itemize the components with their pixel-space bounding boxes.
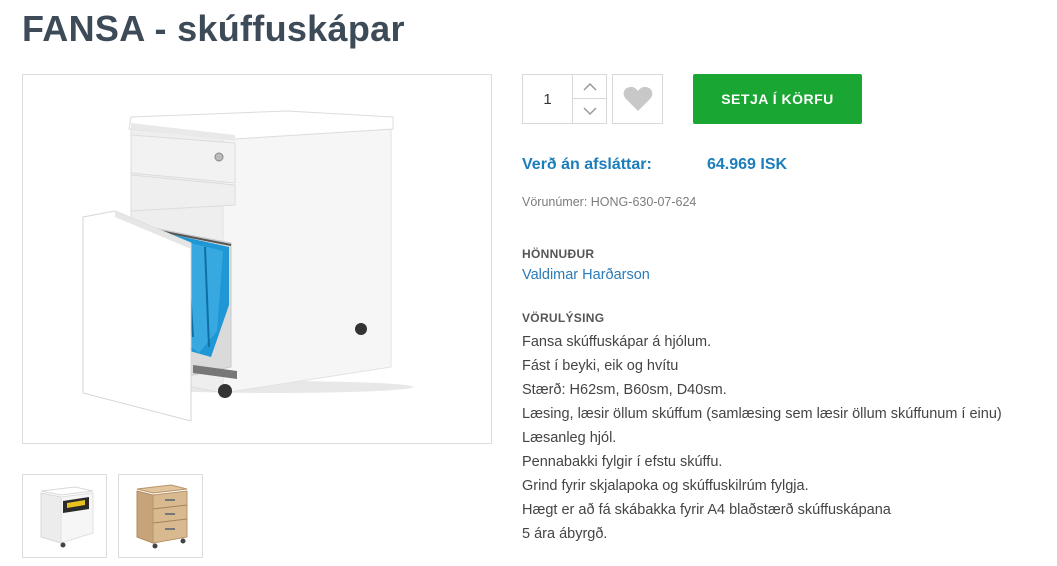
description-list: Fansa skúffuskápar á hjólum. Fást í beyk… bbox=[522, 332, 1002, 548]
designer-link[interactable]: Valdimar Harðarson bbox=[522, 267, 650, 283]
description-line: Stærð: H62sm, B60sm, D40sm. bbox=[522, 382, 727, 398]
heart-icon bbox=[623, 86, 652, 111]
designer-heading: HÖNNUÐUR bbox=[522, 247, 595, 261]
price-label: Verð án afsláttar: bbox=[522, 156, 652, 173]
chevron-down-icon bbox=[582, 107, 597, 115]
wishlist-button[interactable] bbox=[612, 74, 663, 124]
product-sku: Vörunúmer: HONG-630-07-624 bbox=[522, 195, 697, 209]
thumb-white-illustration bbox=[40, 486, 94, 548]
quantity-increment-button[interactable] bbox=[573, 75, 606, 99]
description-line: Hægt er að fá skábakka fyrir A4 blaðstær… bbox=[522, 502, 891, 518]
quantity-decrement-button[interactable] bbox=[573, 99, 606, 123]
description-heading: VÖRULÝSING bbox=[522, 311, 605, 325]
thumbnail-white-cabinet[interactable] bbox=[22, 474, 107, 558]
description-line: Læsing, læsir öllum skúffum (samlæsing s… bbox=[522, 406, 1002, 422]
quantity-stepper bbox=[522, 74, 607, 124]
page-title: FANSA - skúffuskápar bbox=[22, 8, 405, 49]
price-value: 64.969 ISK bbox=[707, 156, 788, 173]
cabinet-illustration bbox=[82, 110, 413, 422]
quantity-input[interactable] bbox=[523, 75, 573, 123]
description-line: Pennabakki fylgir í efstu skúffu. bbox=[522, 454, 723, 470]
description-line: Fansa skúffuskápar á hjólum. bbox=[522, 334, 712, 350]
description-line: Fást í beyki, eik og hvítu bbox=[522, 358, 679, 374]
thumb-oak-illustration bbox=[136, 484, 188, 549]
description-line: Grind fyrir skjalapoka og skúffuskilrúm … bbox=[522, 478, 809, 494]
chevron-up-icon bbox=[582, 82, 597, 91]
main-product-image[interactable] bbox=[22, 74, 492, 444]
thumbnail-oak-cabinet[interactable] bbox=[118, 474, 203, 558]
description-line: Læsanleg hjól. bbox=[522, 430, 617, 446]
add-to-cart-button[interactable]: SETJA Í KÖRFU bbox=[693, 74, 862, 124]
description-line: 5 ára ábyrgð. bbox=[522, 526, 608, 542]
